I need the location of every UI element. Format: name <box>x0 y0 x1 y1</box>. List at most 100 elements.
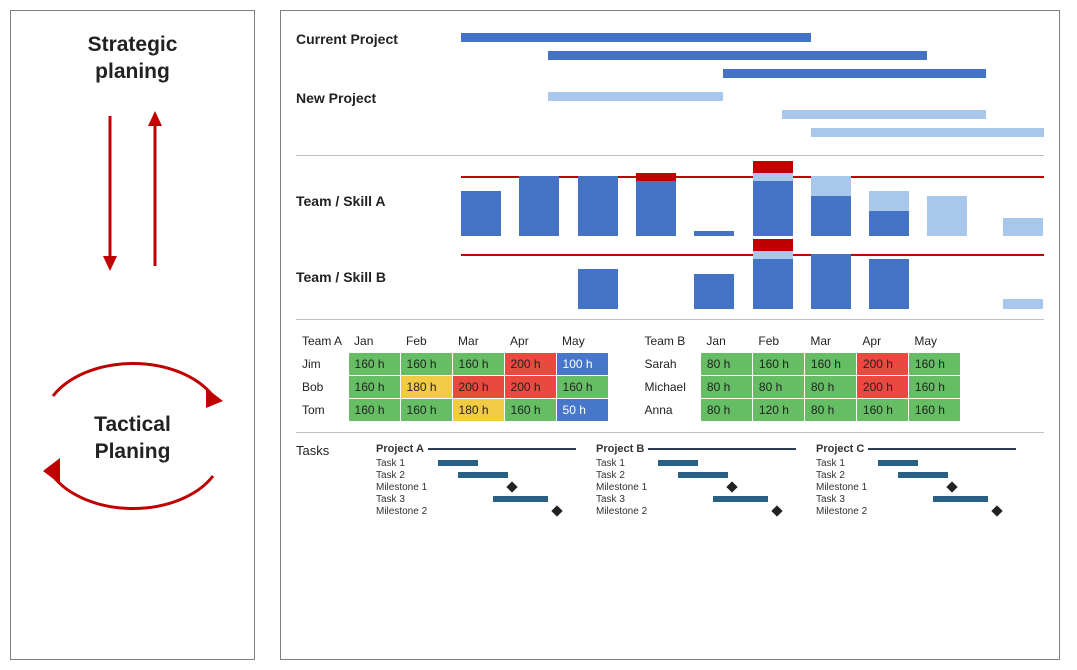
hours-cell: 160 h <box>400 399 452 422</box>
team-a-table: Team AJanFebMarAprMay Jim160 h160 h160 h… <box>296 330 609 422</box>
mini-row-label: Task 2 <box>816 470 878 481</box>
hours-cell: 160 h <box>504 399 556 422</box>
month-header: Jan <box>700 330 752 353</box>
mini-track <box>878 481 1016 493</box>
mini-row-label: Task 2 <box>376 470 438 481</box>
hours-cell: 200 h <box>856 376 908 399</box>
person-name: Tom <box>296 399 348 422</box>
mini-row: Milestone 1 <box>596 481 796 493</box>
new-project-bars <box>461 90 1044 145</box>
gantt-bar <box>811 128 1044 137</box>
mini-track <box>438 457 576 469</box>
month-header: Jan <box>348 330 400 353</box>
mini-gantt-header: Project A <box>376 443 576 455</box>
mini-row-label: Milestone 2 <box>816 506 878 517</box>
mini-bar <box>933 496 988 502</box>
hours-cell: 180 h <box>452 399 504 422</box>
vertical-arrows <box>100 111 165 271</box>
table-row: Tom160 h160 h180 h160 h50 h <box>296 399 608 422</box>
mini-row: Milestone 2 <box>376 505 576 517</box>
month-header: Feb <box>752 330 804 353</box>
month-header: Mar <box>452 330 504 353</box>
month-header: Apr <box>504 330 556 353</box>
table-row: Jim160 h160 h160 h200 h100 h <box>296 353 608 376</box>
month-header: May <box>908 330 960 353</box>
hours-cell: 80 h <box>804 399 856 422</box>
arrow-up-icon <box>145 111 165 271</box>
mini-track <box>438 505 576 517</box>
hours-cell: 160 h <box>908 399 960 422</box>
mini-gantt: Project BTask 1Task 2Milestone 1Task 3Mi… <box>596 443 796 517</box>
mini-row-label: Task 1 <box>596 458 658 469</box>
hours-cell: 200 h <box>504 376 556 399</box>
mini-row: Task 1 <box>376 457 576 469</box>
milestone-diamond-icon <box>551 505 562 516</box>
hours-cell: 160 h <box>856 399 908 422</box>
mini-bar <box>438 460 478 466</box>
table-row: Michael80 h80 h80 h200 h160 h <box>639 376 961 399</box>
hours-cell: 100 h <box>556 353 608 376</box>
left-panel: Strategic planing Tactical Planing <box>10 10 255 660</box>
gantt-bar <box>548 51 927 60</box>
mini-row-label: Milestone 1 <box>816 482 878 493</box>
mini-row-label: Task 3 <box>596 494 658 505</box>
project-span-line <box>868 448 1016 450</box>
mini-track <box>658 457 796 469</box>
separator <box>296 155 1044 156</box>
month-header: May <box>556 330 608 353</box>
hours-cell: 80 h <box>700 376 752 399</box>
mini-gantt: Project ATask 1Task 2Milestone 1Task 3Mi… <box>376 443 576 517</box>
hours-cell: 160 h <box>556 376 608 399</box>
hours-cell: 50 h <box>556 399 608 422</box>
mini-track <box>878 457 1016 469</box>
hours-cell: 160 h <box>348 399 400 422</box>
project-span-line <box>648 448 796 450</box>
mini-bar <box>658 460 698 466</box>
mini-row: Task 3 <box>596 493 796 505</box>
month-header: Feb <box>400 330 452 353</box>
mini-bar <box>678 472 728 478</box>
mini-row: Task 2 <box>816 469 1016 481</box>
hours-cell: 160 h <box>752 353 804 376</box>
mini-track <box>658 505 796 517</box>
mini-row: Task 2 <box>376 469 576 481</box>
team-b-table: Team BJanFebMarAprMay Sarah80 h160 h160 … <box>639 330 961 422</box>
mini-bar <box>898 472 948 478</box>
mini-row: Task 1 <box>596 457 796 469</box>
hours-cell: 80 h <box>700 353 752 376</box>
mini-row: Task 3 <box>376 493 576 505</box>
mini-bar <box>458 472 508 478</box>
mini-track <box>878 493 1016 505</box>
mini-track <box>658 481 796 493</box>
hours-cell: 160 h <box>908 376 960 399</box>
mini-row: Milestone 1 <box>816 481 1016 493</box>
mini-bar <box>493 496 548 502</box>
mini-gantt-header: Project B <box>596 443 796 455</box>
gantt-bar <box>723 69 985 78</box>
table-row: Sarah80 h160 h160 h200 h160 h <box>639 353 961 376</box>
mini-row-label: Task 3 <box>376 494 438 505</box>
tasks-label: Tasks <box>296 443 376 458</box>
mini-track <box>878 469 1016 481</box>
capacity-b-chart <box>461 244 1044 309</box>
current-project-row: Current Project <box>296 31 1044 86</box>
mini-row: Milestone 2 <box>816 505 1016 517</box>
hours-cell: 200 h <box>856 353 908 376</box>
new-project-label: New Project <box>296 90 461 106</box>
milestone-diamond-icon <box>771 505 782 516</box>
new-project-row: New Project <box>296 90 1044 145</box>
mini-row-label: Task 1 <box>816 458 878 469</box>
gantt-bar <box>548 92 723 101</box>
task-gantts: Tasks Project ATask 1Task 2Milestone 1Ta… <box>296 443 1044 517</box>
hours-cell: 160 h <box>908 353 960 376</box>
mini-track <box>878 505 1016 517</box>
separator <box>296 319 1044 320</box>
table-row: Bob160 h180 h200 h200 h160 h <box>296 376 608 399</box>
mini-bar <box>878 460 918 466</box>
person-name: Sarah <box>639 353 701 376</box>
hours-cell: 160 h <box>348 376 400 399</box>
current-project-bars <box>461 31 1044 86</box>
mini-row-label: Task 3 <box>816 494 878 505</box>
team-header: Team A <box>296 330 348 353</box>
mini-row-label: Task 1 <box>376 458 438 469</box>
